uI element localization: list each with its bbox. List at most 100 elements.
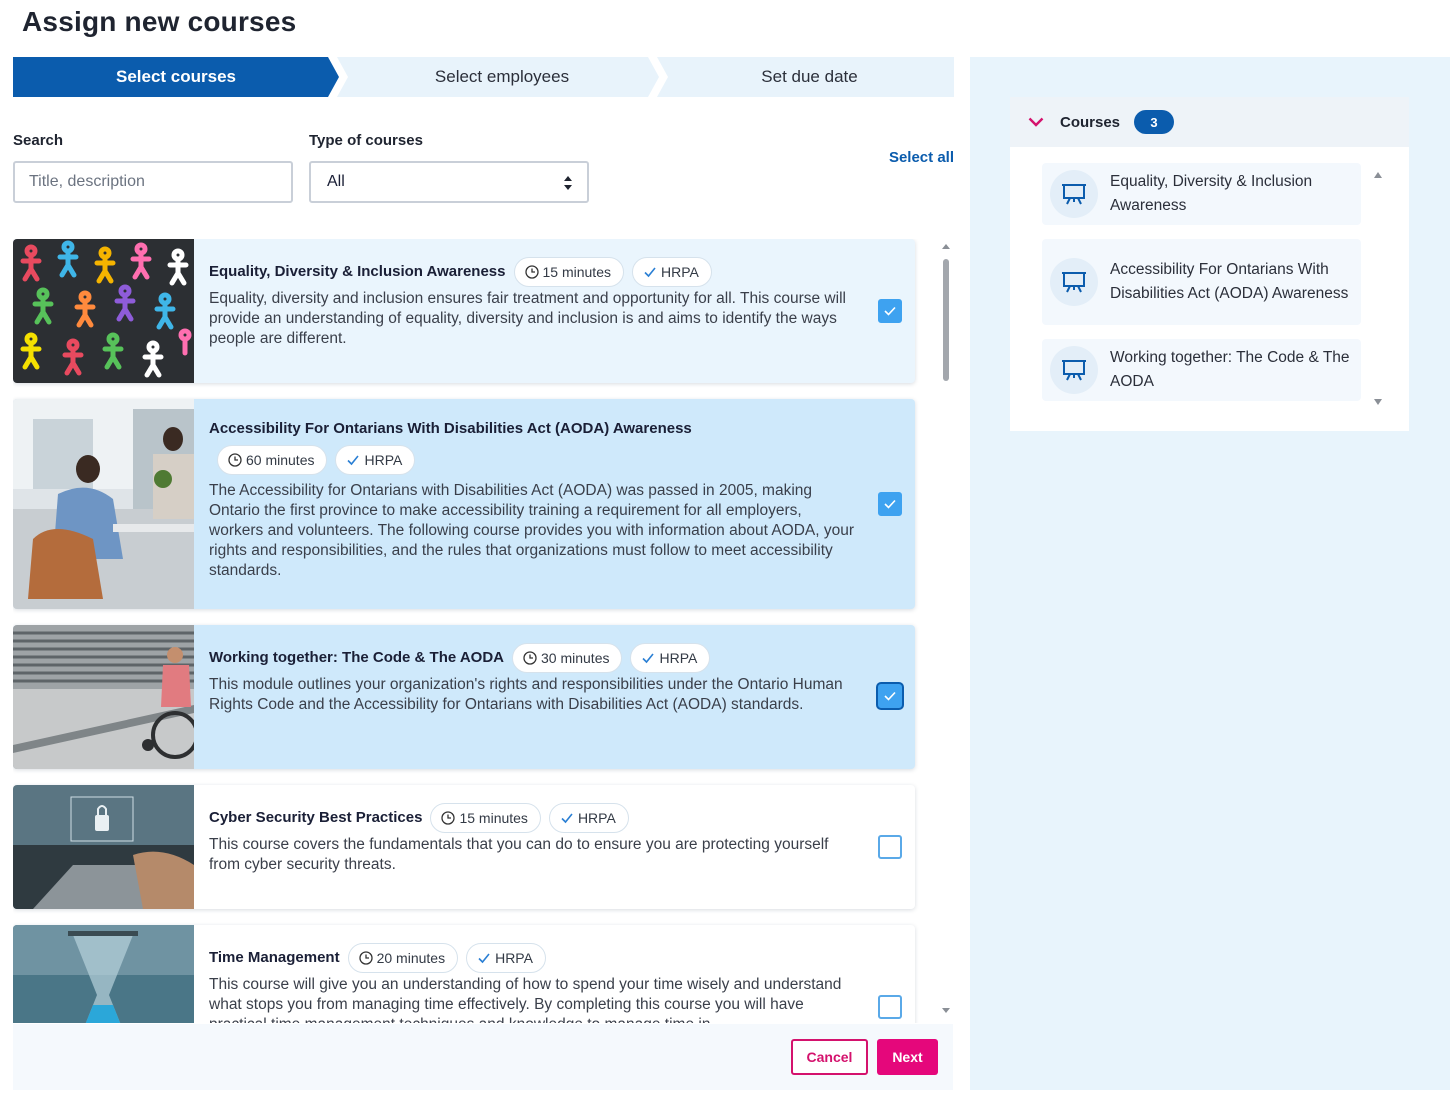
course-title: Cyber Security Best Practices <box>209 809 423 826</box>
check-icon <box>347 455 360 466</box>
duration-pill: 30 minutes <box>512 643 623 673</box>
course-description: This course covers the fundamentals that… <box>209 836 829 873</box>
accreditation-pill: HRPA <box>548 803 629 833</box>
type-of-courses-select[interactable]: All <box>309 161 589 203</box>
course-image-diversity <box>13 239 194 383</box>
selected-course-title: Working together: The Code & The AODA <box>1110 349 1350 390</box>
clock-icon <box>523 651 537 665</box>
select-all-link[interactable]: Select all <box>889 149 954 166</box>
course-list-scrollbar[interactable] <box>941 239 951 1023</box>
duration-text: 15 minutes <box>459 810 528 826</box>
step-label: Set due date <box>761 67 858 86</box>
search-input[interactable] <box>13 161 293 203</box>
accreditation-text: HRPA <box>577 810 616 826</box>
course-image-hourglass <box>13 925 194 1023</box>
clock-icon <box>358 951 373 965</box>
selected-count-badge: 3 <box>1134 110 1175 134</box>
course-description: The Accessibility for Ontarians with Dis… <box>209 482 855 579</box>
scroll-up-arrow-icon[interactable] <box>941 242 951 250</box>
accreditation-pill: HRPA <box>335 445 416 475</box>
course-image-office <box>13 399 194 609</box>
course-body: Cyber Security Best Practices 15 minutes… <box>194 785 915 909</box>
check-icon <box>561 813 573 824</box>
accreditation-text: HRPA <box>495 950 533 966</box>
panel-scroll-up-icon[interactable] <box>1373 170 1383 180</box>
search-label: Search <box>13 132 64 149</box>
sort-updown-icon <box>564 176 572 190</box>
cancel-button[interactable]: Cancel <box>791 1039 868 1075</box>
clock-icon <box>524 265 539 279</box>
duration-pill: 15 minutes <box>513 257 624 287</box>
course-card[interactable]: Time Management 20 minutes HRPA This cou… <box>13 925 915 1023</box>
check-icon <box>644 267 656 278</box>
panel-scroll-down-icon[interactable] <box>1373 397 1383 407</box>
duration-text: 20 minutes <box>376 950 446 966</box>
course-card[interactable]: Cyber Security Best Practices 15 minutes… <box>13 785 915 909</box>
chevron-down-icon[interactable] <box>1028 117 1044 127</box>
step-set-due-date[interactable]: Set due date <box>657 57 954 97</box>
check-icon <box>478 953 490 964</box>
selected-course-title: Equality, Diversity & Inclusion Awarenes… <box>1110 173 1313 214</box>
checkmark-icon <box>884 691 896 701</box>
course-body: Accessibility For Ontarians With Disabil… <box>194 399 915 609</box>
selected-courses-box: Courses 3 Equality, Diversity & Inclusio… <box>1010 97 1409 431</box>
course-card[interactable]: Accessibility For Ontarians With Disabil… <box>13 399 915 609</box>
course-card[interactable]: Working together: The Code & The AODA 30… <box>13 625 915 769</box>
course-title: Time Management <box>209 949 340 966</box>
wizard-stepper: Select courses Select employees Set due … <box>13 57 954 97</box>
selected-courses-header[interactable]: Courses 3 <box>1010 97 1409 147</box>
course-description: This course will give you an understandi… <box>209 976 842 1023</box>
duration-text: 15 minutes <box>542 264 611 280</box>
course-checkbox[interactable] <box>878 995 902 1019</box>
step-select-employees[interactable]: Select employees <box>337 57 659 97</box>
checkmark-icon <box>884 306 896 316</box>
course-card[interactable]: Equality, Diversity & Inclusion Awarenes… <box>13 239 915 383</box>
type-of-courses-label: Type of courses <box>309 132 423 149</box>
checkmark-icon <box>884 499 896 509</box>
scroll-down-arrow-icon[interactable] <box>941 1007 951 1015</box>
accreditation-text: HRPA <box>659 650 698 666</box>
selected-course-item: Accessibility For Ontarians With Disabil… <box>1042 239 1361 325</box>
step-select-courses[interactable]: Select courses <box>13 57 339 97</box>
course-title: Equality, Diversity & Inclusion Awarenes… <box>209 263 506 280</box>
scrollbar-thumb[interactable] <box>943 259 949 381</box>
course-checkbox[interactable] <box>878 835 902 859</box>
clock-icon <box>441 811 456 825</box>
accreditation-text: HRPA <box>364 452 403 468</box>
course-body: Equality, Diversity & Inclusion Awarenes… <box>194 239 915 383</box>
clock-icon <box>228 453 242 467</box>
type-select-value: All <box>327 173 345 190</box>
selected-course-item: Working together: The Code & The AODA <box>1042 339 1361 401</box>
course-checkbox[interactable] <box>878 299 902 323</box>
course-title: Accessibility For Ontarians With Disabil… <box>209 420 692 437</box>
selected-courses-label: Courses <box>1060 113 1121 131</box>
course-list: Equality, Diversity & Inclusion Awarenes… <box>13 239 953 1023</box>
course-body: Working together: The Code & The AODA 30… <box>194 625 915 769</box>
duration-pill: 15 minutes <box>430 803 541 833</box>
step-label: Select employees <box>434 67 570 86</box>
presentation-icon <box>1050 170 1098 218</box>
duration-pill: 20 minutes <box>347 943 459 973</box>
page-title: Assign new courses <box>22 6 297 37</box>
duration-text: 30 minutes <box>541 650 610 666</box>
duration-text: 60 minutes <box>246 452 315 468</box>
course-image-cyber-security <box>13 785 194 909</box>
selected-courses-panel: Courses 3 Equality, Diversity & Inclusio… <box>970 57 1450 1090</box>
presentation-icon <box>1050 258 1098 306</box>
accreditation-pill: HRPA <box>630 643 711 673</box>
accreditation-pill: HRPA <box>631 257 712 287</box>
duration-pill: 60 minutes <box>217 445 328 475</box>
course-checkbox[interactable] <box>878 684 902 708</box>
course-title: Working together: The Code & The AODA <box>209 649 504 666</box>
accreditation-text: HRPA <box>660 264 699 280</box>
course-body: Time Management 20 minutes HRPA This cou… <box>194 925 915 1023</box>
wizard-footer: Cancel Next <box>13 1024 953 1090</box>
course-checkbox[interactable] <box>878 492 902 516</box>
presentation-icon <box>1050 346 1098 394</box>
check-icon <box>642 653 655 664</box>
selected-course-item: Equality, Diversity & Inclusion Awarenes… <box>1042 163 1361 225</box>
next-button[interactable]: Next <box>877 1039 938 1075</box>
course-description: Equality, diversity and inclusion ensure… <box>209 290 846 347</box>
accreditation-pill: HRPA <box>466 943 546 973</box>
step-label: Select courses <box>115 67 236 86</box>
